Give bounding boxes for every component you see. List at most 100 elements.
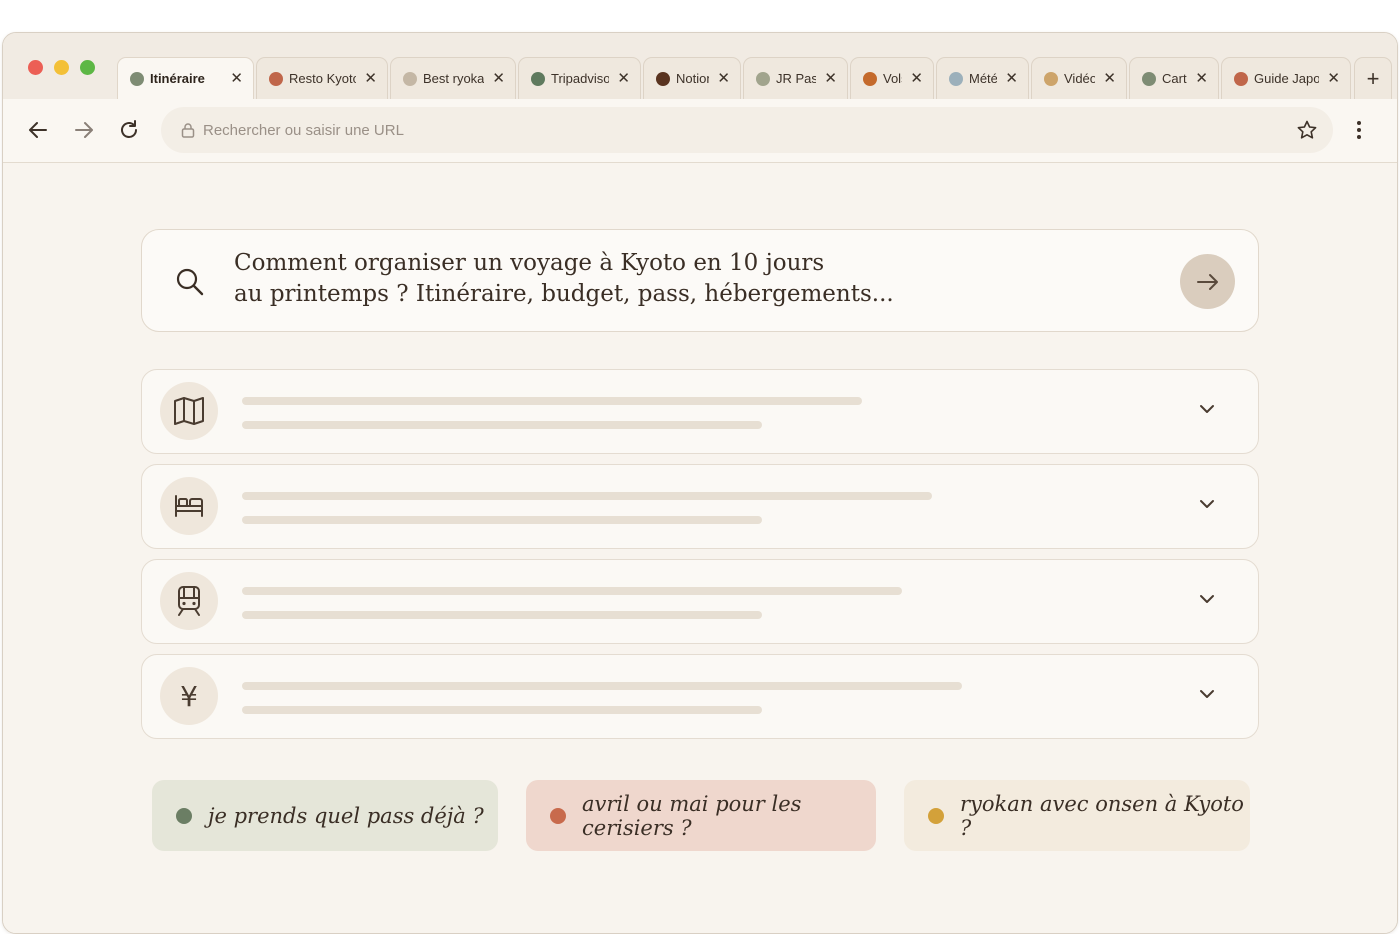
favicon-icon [403,71,417,86]
chevron-down-icon[interactable] [1198,497,1216,511]
tab-vols[interactable]: Vols ✕ [850,57,934,99]
tab-label: JR Pass [776,71,816,86]
section-card-transport[interactable] [141,559,1259,644]
bed-icon [175,495,203,517]
favicon-icon [269,71,283,86]
reload-icon [121,120,137,138]
forward-button[interactable] [69,115,99,145]
query-line: au printemps ? Itinéraire, budget, pass,… [234,281,894,307]
arrow-right-icon [75,122,93,138]
back-button[interactable] [23,115,53,145]
close-icon[interactable]: ✕ [1195,71,1208,86]
menu-button[interactable] [1344,115,1374,145]
tab-carte[interactable]: Carte ✕ [1129,57,1219,99]
close-icon[interactable]: ✕ [492,71,505,86]
skeleton-line [242,587,902,595]
tab-label: Vidéos [1064,71,1095,86]
close-icon[interactable]: ✕ [364,71,377,86]
tab-label: Carte [1162,71,1187,86]
favicon-icon [756,71,770,86]
tab-label: Vols [883,71,902,86]
section-icon-badge: ¥ [160,667,218,725]
chevron-down-icon[interactable] [1198,402,1216,416]
chip-dot [550,807,566,824]
tab-videos[interactable]: Vidéos ✕ [1031,57,1127,99]
browser-toolbar: Rechercher ou saisir une URL [3,99,1397,163]
tab-strip: Itinéraire ✕ Resto Kyoto ✕ Best ryokan ✕… [3,33,1397,99]
close-icon[interactable]: ✕ [824,71,837,86]
tab-guide-japon[interactable]: Guide Japon ✕ [1221,57,1351,99]
minimize-window-button[interactable] [54,60,69,75]
favicon-icon [531,71,545,86]
close-icon[interactable]: ✕ [617,71,630,86]
chip-dot [176,807,192,824]
section-card-itinerary[interactable] [141,369,1259,454]
tab-label: Best ryokan [423,71,485,86]
tab-best-ryokan[interactable]: Best ryokan ✕ [390,57,516,99]
query-text: Comment organiser un voyage à Kyoto en 1… [234,248,1134,310]
close-icon[interactable]: ✕ [1005,71,1018,86]
favicon-icon [656,71,670,86]
skeleton-line [242,706,762,714]
section-card-lodging[interactable] [141,464,1259,549]
section-card-budget[interactable]: ¥ [141,654,1259,739]
close-icon[interactable]: ✕ [1103,71,1116,86]
tab-label: Itinéraire [150,71,205,86]
tab-tripadvisor[interactable]: Tripadvisor ✕ [518,57,641,99]
tab-label: Météo [969,71,998,86]
map-icon [174,397,204,425]
query-box[interactable]: Comment organiser un voyage à Kyoto en 1… [141,229,1259,332]
address-bar[interactable]: Rechercher ou saisir une URL [161,107,1333,153]
train-icon [178,586,200,616]
favicon-icon [130,71,144,86]
close-icon[interactable]: ✕ [717,71,730,86]
chevron-down-icon[interactable] [1198,592,1216,606]
skeleton-line [242,611,762,619]
chip-text: je prends quel pass déjà ? [208,803,484,828]
tab-resto-kyoto[interactable]: Resto Kyoto ✕ [256,57,388,99]
chip-text: ryokan avec onsen à Kyoto ? [960,791,1244,840]
suggestion-chip[interactable]: je prends quel pass déjà ? [152,780,498,851]
close-icon[interactable]: ✕ [910,71,923,86]
skeleton-line [242,682,962,690]
arrow-right-icon [1196,273,1218,290]
tab-label: Notion [676,71,709,86]
close-window-button[interactable] [28,60,43,75]
url-placeholder: Rechercher ou saisir une URL [203,121,404,139]
skeleton-line [242,421,762,429]
page-content: Comment organiser un voyage à Kyoto en 1… [3,163,1397,933]
favicon-icon [863,71,877,86]
skeleton-line [242,516,762,524]
section-icon-badge [160,477,218,535]
reload-button[interactable] [114,115,144,145]
lock-icon [181,123,195,138]
close-icon[interactable]: ✕ [1327,71,1340,86]
yen-icon: ¥ [180,679,198,713]
tab-label: Guide Japon [1254,71,1319,86]
suggestion-chip[interactable]: avril ou mai pour les cerisiers ? [526,780,876,851]
query-line: Comment organiser un voyage à Kyoto en 1… [234,250,825,276]
suggestion-chip[interactable]: ryokan avec onsen à Kyoto ? [904,780,1250,851]
tab-label: Resto Kyoto [289,71,357,86]
skeleton-line [242,492,932,500]
favicon-icon [1234,71,1248,86]
section-icon-badge [160,382,218,440]
bookmark-button[interactable] [1292,115,1322,145]
browser-window: Itinéraire ✕ Resto Kyoto ✕ Best ryokan ✕… [2,32,1398,934]
close-icon[interactable]: ✕ [230,71,243,86]
tab-meteo[interactable]: Météo ✕ [936,57,1029,99]
maximize-window-button[interactable] [80,60,95,75]
tab-itineraire[interactable]: Itinéraire ✕ [117,57,254,99]
send-button[interactable] [1180,254,1235,309]
chevron-down-icon[interactable] [1198,687,1216,701]
skeleton-line [242,397,862,405]
section-icon-badge [160,572,218,630]
tab-notion[interactable]: Notion ✕ [643,57,741,99]
tab-jr-pass[interactable]: JR Pass ✕ [743,57,848,99]
search-icon [176,268,204,296]
favicon-icon [1142,71,1156,86]
more-vertical-icon [1357,121,1361,139]
chip-text: avril ou mai pour les cerisiers ? [582,791,802,840]
favicon-icon [949,71,963,86]
new-tab-button[interactable]: + [1354,57,1392,99]
